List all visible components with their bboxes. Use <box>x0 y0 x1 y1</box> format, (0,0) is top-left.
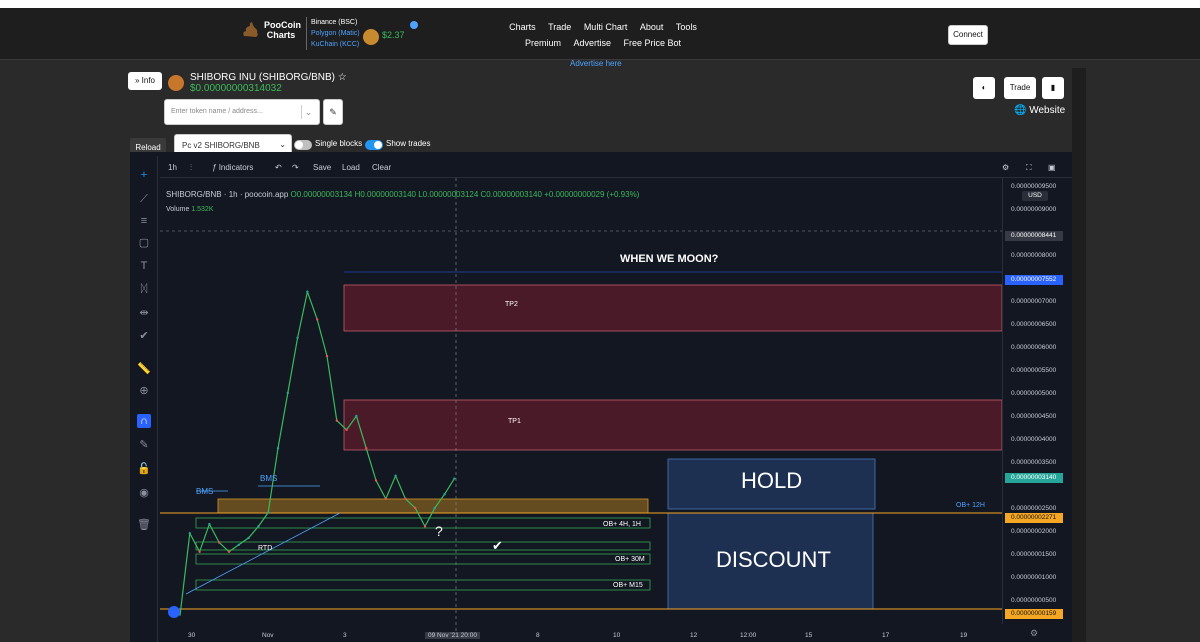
time-tick: 15 <box>805 632 813 639</box>
moon-annotation: WHEN WE MOON? <box>620 253 719 265</box>
tradingview-logo-icon[interactable] <box>168 606 180 618</box>
crosshair-time-label: 09 Nov '21 20:00 <box>425 632 480 639</box>
price-point <box>286 391 289 395</box>
price-tick: 0.00000001000 <box>1011 574 1057 581</box>
time-tick: 17 <box>882 632 890 639</box>
ob-30m-box <box>195 553 651 565</box>
time-tick: 8 <box>536 632 540 639</box>
price-tick: 0.00000002500 <box>1011 505 1057 512</box>
rtd-label: RTD <box>258 545 273 552</box>
check-icon: ✔ <box>492 538 503 553</box>
currency-select[interactable]: USD <box>1022 191 1048 201</box>
price-tag-dashed: 0.00000008441 <box>1005 231 1063 241</box>
drawings-layer <box>160 178 1003 632</box>
price-point <box>325 355 329 358</box>
price-point <box>306 290 309 293</box>
price-point <box>374 479 378 482</box>
ob-30m-label: OB+ 30M <box>615 556 645 563</box>
bms-label-1: BMS <box>196 487 214 496</box>
price-point <box>247 536 250 540</box>
price-point <box>218 541 221 544</box>
price-tick: 0.00000004500 <box>1011 413 1057 420</box>
ob-m15-box <box>195 579 651 591</box>
price-point <box>404 497 407 500</box>
price-tag-current: 0.00000003140 <box>1005 473 1063 483</box>
price-point <box>365 447 368 450</box>
tp2-label: TP2 <box>505 301 518 308</box>
app-window: PooCoin Charts Binance (BSC) Polygon (Mat… <box>0 8 1200 642</box>
price-series-layer <box>179 289 456 616</box>
ob-4h-label: OB+ 4H, 1H <box>603 521 641 528</box>
price-point <box>257 525 260 528</box>
price-tag-low: 0.00000000159 <box>1005 609 1063 619</box>
price-tick: 0.00000000500 <box>1011 597 1057 604</box>
price-point <box>267 511 270 514</box>
price-point <box>335 419 338 422</box>
price-point <box>296 336 299 339</box>
price-point <box>198 550 201 553</box>
price-tick: 0.00000007000 <box>1011 298 1057 305</box>
time-axis[interactable]: 30 Nov 3 09 Nov '21 20:00 8 10 12 12:00 … <box>160 632 1002 642</box>
price-point <box>227 550 231 553</box>
price-point <box>345 428 348 431</box>
price-tick: 0.00000003500 <box>1011 459 1057 466</box>
price-tick: 0.00000006000 <box>1011 344 1057 351</box>
price-point <box>384 497 387 500</box>
price-tick: 0.00000006500 <box>1011 321 1057 328</box>
price-tick: 0.00000005500 <box>1011 367 1057 374</box>
chart-settings-icon[interactable]: ⚙ <box>1030 628 1038 639</box>
price-point <box>316 318 319 321</box>
price-point <box>237 543 240 546</box>
price-tick: 0.00000009000 <box>1011 206 1057 213</box>
price-tag-high: 0.00000007552 <box>1005 275 1063 285</box>
price-point <box>453 477 456 480</box>
price-point <box>355 414 358 418</box>
tp1-zone <box>343 399 1003 451</box>
price-tick: 0.00000002000 <box>1011 528 1057 535</box>
price-line <box>179 289 455 616</box>
ob-12h-label: OB+ 12H <box>956 502 985 509</box>
price-tick: 0.00000004000 <box>1011 436 1057 443</box>
price-point <box>208 522 211 526</box>
price-tick: 0.00000005000 <box>1011 390 1057 397</box>
bms-label-2: BMS <box>260 474 278 483</box>
tp2-zone <box>343 284 1003 332</box>
time-tick: 19 <box>960 632 968 639</box>
price-tick: 0.00000009500 <box>1011 183 1057 190</box>
tp1-label: TP1 <box>508 418 521 425</box>
time-tick: 12 <box>690 632 698 639</box>
time-tick: 3 <box>343 632 347 639</box>
time-tick: 10 <box>613 632 621 639</box>
price-point <box>188 532 191 535</box>
discount-label: DISCOUNT <box>716 547 831 572</box>
price-tick: 0.00000008000 <box>1011 252 1057 259</box>
time-tick: 30 <box>188 632 196 639</box>
price-axis[interactable]: 0.00000009500 0.00000009000 0.0000000800… <box>1002 178 1063 624</box>
price-point <box>443 493 446 496</box>
price-point <box>433 506 436 510</box>
price-point <box>276 447 280 450</box>
ob-m15-label: OB+ M15 <box>613 582 643 589</box>
price-point <box>414 506 417 510</box>
price-point <box>394 474 397 477</box>
time-tick: Nov <box>262 632 274 639</box>
hold-label: HOLD <box>741 468 803 493</box>
question-mark: ? <box>435 523 443 539</box>
price-tag-ob: 0.00000002271 <box>1005 513 1063 523</box>
price-point <box>423 525 427 528</box>
price-tick: 0.00000001500 <box>1011 551 1057 558</box>
time-tick: 12:00 <box>740 632 757 639</box>
